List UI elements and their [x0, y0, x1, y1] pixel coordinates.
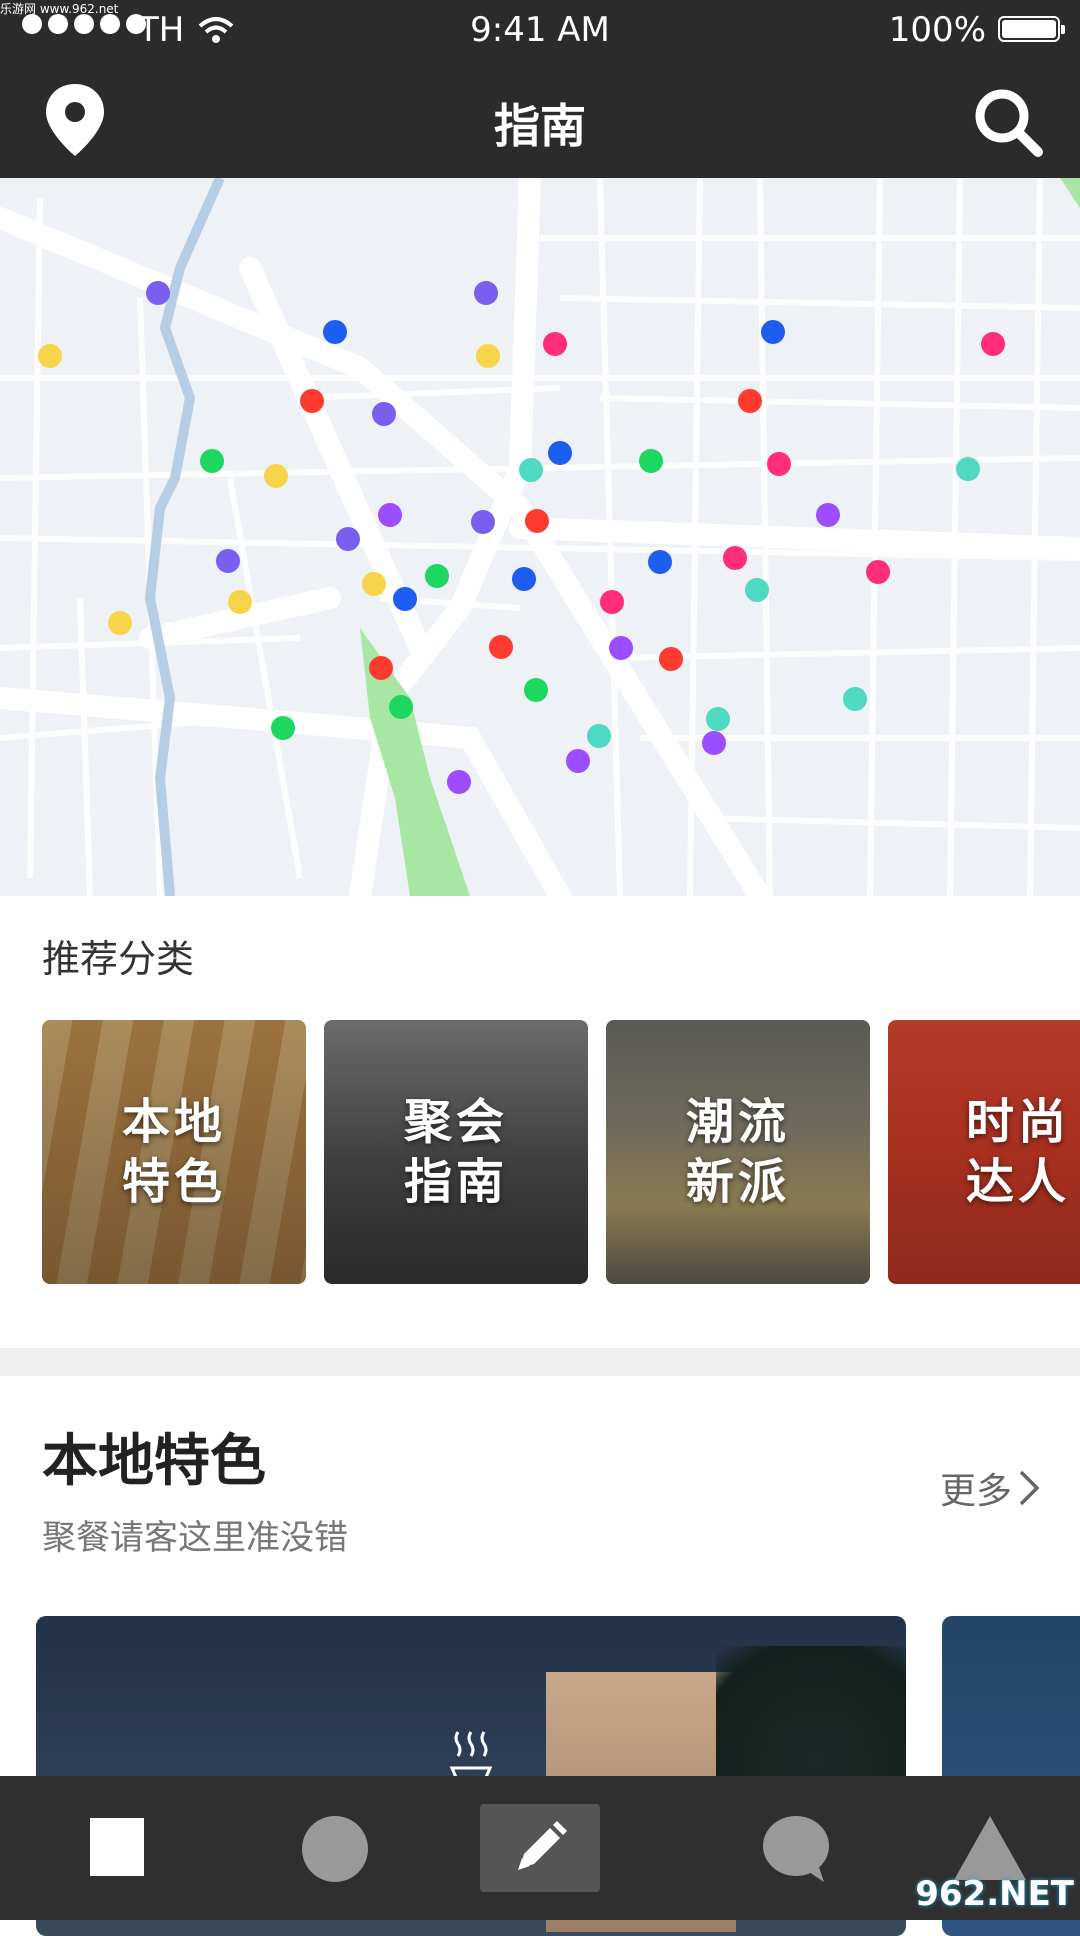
- map-pin[interactable]: [271, 716, 295, 740]
- map-view[interactable]: [0, 178, 1080, 896]
- category-label: 本地 特色: [121, 1094, 226, 1210]
- category-card-trend[interactable]: 潮流 新派: [606, 1020, 870, 1284]
- map-pin[interactable]: [609, 636, 633, 660]
- map-pin[interactable]: [745, 578, 769, 602]
- category-label: 潮流 新派: [685, 1094, 790, 1210]
- map-pin[interactable]: [816, 503, 840, 527]
- map-pin[interactable]: [587, 724, 611, 748]
- nav-bar: 指南: [0, 60, 1080, 178]
- map-pin[interactable]: [659, 647, 683, 671]
- page-title: 指南: [494, 99, 586, 153]
- tab-chat[interactable]: [736, 1776, 856, 1920]
- category-card-fashion[interactable]: 时尚 达人: [888, 1020, 1080, 1284]
- map-pin[interactable]: [108, 611, 132, 635]
- map-pin[interactable]: [525, 509, 549, 533]
- section-subtitle: 聚餐请客这里准没错: [42, 1518, 348, 1558]
- map-pin[interactable]: [228, 590, 252, 614]
- pencil-icon: [518, 1821, 567, 1870]
- map-pin[interactable]: [146, 281, 170, 305]
- map-pin[interactable]: [706, 707, 730, 731]
- triangle-icon: [954, 1816, 1026, 1880]
- map-pin[interactable]: [566, 749, 590, 773]
- map-pin[interactable]: [489, 635, 513, 659]
- map-pin[interactable]: [216, 549, 240, 573]
- map-canvas: [0, 178, 1080, 896]
- map-pin[interactable]: [956, 457, 980, 481]
- search-icon[interactable]: [972, 86, 1044, 158]
- map-pin[interactable]: [600, 590, 624, 614]
- battery-icon: [998, 16, 1065, 42]
- map-pin[interactable]: [323, 320, 347, 344]
- map-pin[interactable]: [369, 656, 393, 680]
- map-pin[interactable]: [767, 452, 791, 476]
- map-pin[interactable]: [761, 320, 785, 344]
- map-pin[interactable]: [866, 560, 890, 584]
- battery-percent: 100%: [888, 10, 986, 50]
- tab-square[interactable]: [56, 1776, 176, 1920]
- tab-circle[interactable]: [276, 1776, 396, 1920]
- site-watermark: 乐游网 www.962.net: [0, 2, 119, 16]
- map-pin[interactable]: [471, 510, 495, 534]
- map-pin[interactable]: [543, 332, 567, 356]
- category-label: 聚会 指南: [403, 1094, 508, 1210]
- map-pin[interactable]: [264, 464, 288, 488]
- section-divider: [0, 1348, 1080, 1376]
- chat-bubble-icon: [763, 1816, 829, 1882]
- map-pin[interactable]: [723, 546, 747, 570]
- map-pin[interactable]: [519, 458, 543, 482]
- map-pin[interactable]: [378, 503, 402, 527]
- status-bar: TH 9:41 AM 100% 乐游网 www.962.net: [0, 0, 1080, 60]
- map-pin[interactable]: [300, 389, 324, 413]
- map-pin[interactable]: [648, 550, 672, 574]
- map-pin[interactable]: [200, 449, 224, 473]
- circle-icon: [302, 1816, 368, 1882]
- map-pin[interactable]: [512, 567, 536, 591]
- map-pin[interactable]: [336, 527, 360, 551]
- map-pin[interactable]: [476, 344, 500, 368]
- map-pin[interactable]: [393, 587, 417, 611]
- map-pin[interactable]: [362, 572, 386, 596]
- tab-write[interactable]: [480, 1776, 600, 1920]
- map-pin[interactable]: [548, 441, 572, 465]
- corner-watermark: 962.NET: [915, 1874, 1074, 1914]
- map-pin[interactable]: [38, 344, 62, 368]
- map-pin[interactable]: [702, 731, 726, 755]
- category-card-local[interactable]: 本地 特色: [42, 1020, 306, 1284]
- tab-bar: 962.NET: [0, 1776, 1080, 1920]
- more-link[interactable]: 更多: [940, 1462, 1040, 1514]
- map-pin[interactable]: [425, 564, 449, 588]
- category-label: 时尚 达人: [965, 1094, 1070, 1210]
- map-pin[interactable]: [389, 695, 413, 719]
- map-pin[interactable]: [843, 687, 867, 711]
- map-pin[interactable]: [738, 389, 762, 413]
- chevron-right-icon: [1019, 1470, 1040, 1506]
- section-title: 本地特色: [42, 1429, 266, 1494]
- recommend-title: 推荐分类: [42, 937, 195, 981]
- map-pin[interactable]: [639, 449, 663, 473]
- map-pin[interactable]: [474, 281, 498, 305]
- more-label: 更多: [939, 1471, 1012, 1512]
- map-pin[interactable]: [447, 770, 471, 794]
- map-pin[interactable]: [981, 332, 1005, 356]
- square-icon: [90, 1818, 144, 1876]
- map-pin[interactable]: [372, 402, 396, 426]
- category-card-party[interactable]: 聚会 指南: [324, 1020, 588, 1284]
- map-pin[interactable]: [524, 678, 548, 702]
